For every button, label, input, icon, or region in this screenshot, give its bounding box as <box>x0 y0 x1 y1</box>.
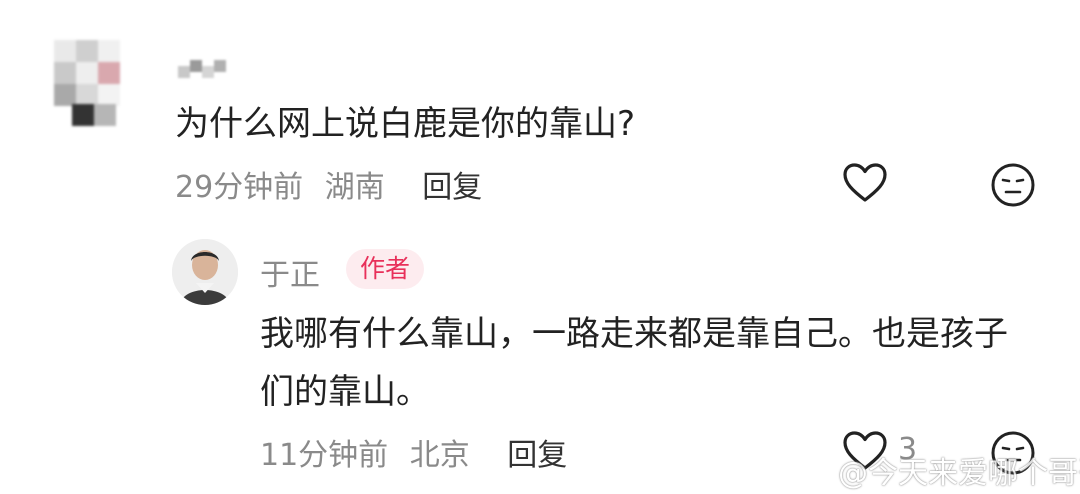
commenter-name-redacted <box>178 58 228 80</box>
comment-text: 为什么网上说白鹿是你的靠山? <box>175 104 636 144</box>
author-name[interactable]: 于正 <box>260 250 320 294</box>
comment-reply-button[interactable]: 回复 <box>422 170 482 205</box>
watermark: @今天来爱哪个哥哥 <box>800 448 1080 492</box>
heart-icon[interactable] <box>842 162 888 204</box>
reply-time: 11分钟前 <box>260 438 389 473</box>
reply-text: 我哪有什么靠山，一路走来都是靠自己。也是孩子们的靠山。 <box>260 314 1008 412</box>
commenter-avatar[interactable] <box>54 40 128 126</box>
reply-location: 北京 <box>409 438 470 473</box>
comment-meta: 29分钟前 湖南 回复 <box>175 162 494 206</box>
author-badge: 作者 <box>346 249 425 289</box>
comment-time: 29分钟前 <box>175 170 304 205</box>
reply-meta: 11分钟前 北京 回复 <box>260 430 579 474</box>
author-avatar[interactable] <box>172 239 238 305</box>
weibo-logo-icon <box>800 461 832 487</box>
watermark-text: @今天来爱哪个哥哥 <box>838 456 1080 491</box>
expressionless-face-icon[interactable] <box>990 162 1036 208</box>
comment-location: 湖南 <box>324 170 385 205</box>
author-photo <box>172 239 238 305</box>
reply-reply-button[interactable]: 回复 <box>507 438 567 473</box>
